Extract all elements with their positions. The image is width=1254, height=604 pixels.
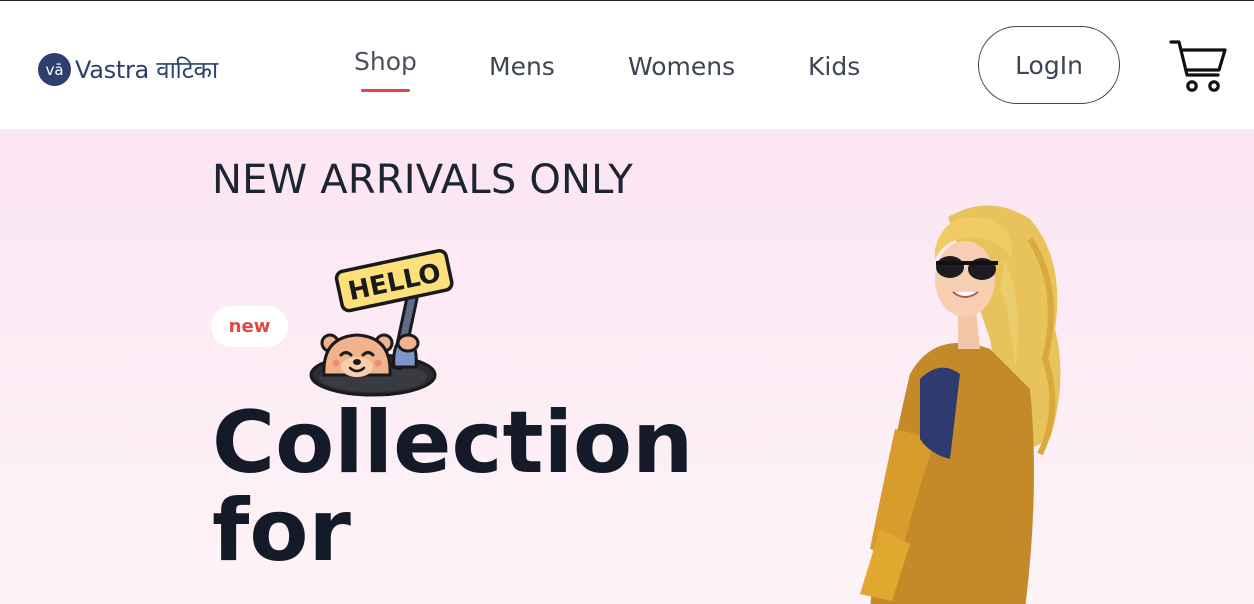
hero-banner: NEW ARRIVALS ONLY new HELLO Collection f… (0, 129, 1254, 604)
nav-kids[interactable]: Kids (808, 52, 860, 81)
nav-shop[interactable]: Shop (354, 47, 417, 76)
hello-bear-illustration: HELLO (309, 249, 454, 397)
fashion-model-image (860, 205, 1061, 604)
logo-badge: vā (38, 53, 71, 86)
brand-name: Vastra वाटिका (75, 56, 218, 84)
nav-active-underline (361, 89, 410, 92)
site-header: vā Vastra वाटिका Shop Mens Womens Kids L… (0, 1, 1254, 129)
headline-line-2: for (212, 481, 351, 581)
nav-womens[interactable]: Womens (628, 52, 735, 81)
cart-icon[interactable] (1168, 37, 1228, 95)
hero-headline: Collection for (212, 399, 693, 575)
new-badge: new (211, 306, 288, 347)
hero-eyebrow: NEW ARRIVALS ONLY (212, 157, 633, 203)
login-button[interactable]: LogIn (978, 26, 1120, 104)
brand-logo[interactable]: vā Vastra वाटिका (38, 53, 218, 86)
nav-mens[interactable]: Mens (489, 52, 555, 81)
headline-line-1: Collection (212, 393, 694, 493)
